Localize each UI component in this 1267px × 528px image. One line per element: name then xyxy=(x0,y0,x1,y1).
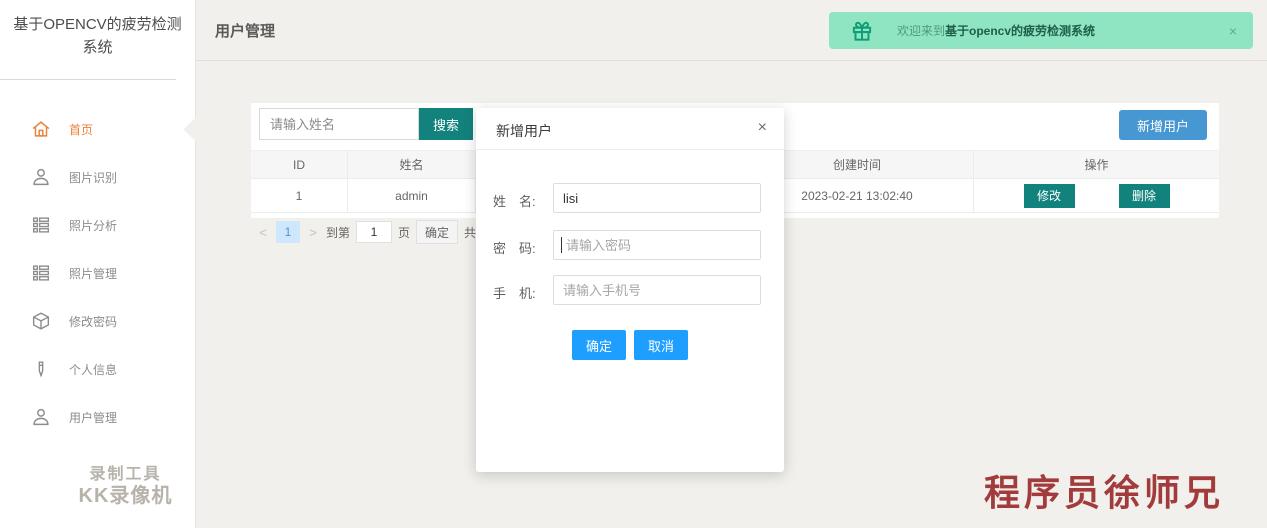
goto-page-input[interactable] xyxy=(356,221,393,243)
current-page-button[interactable]: 1 xyxy=(276,221,300,243)
pen-icon xyxy=(30,358,52,380)
user-icon xyxy=(30,406,52,428)
next-page-icon[interactable]: > xyxy=(306,225,320,240)
modal-buttons: 确定 取消 xyxy=(476,330,784,360)
recorder-watermark-line2: KK录像机 xyxy=(78,485,173,507)
row-operations: 修改 删除 xyxy=(974,179,1219,212)
add-user-button[interactable]: 新增用户 xyxy=(1119,110,1207,140)
table-col-operations: 操作 xyxy=(1084,158,1109,172)
phone-field-row: 手 机: xyxy=(476,275,784,305)
phone-field-wrap xyxy=(553,275,761,305)
sidebar-item-photo-management[interactable]: 照片管理 xyxy=(0,249,195,297)
password-field-row: 密 码: xyxy=(476,230,784,260)
sidebar-item-personal-info[interactable]: 个人信息 xyxy=(0,345,195,393)
banner-close-icon[interactable]: × xyxy=(1229,24,1237,38)
text-caret xyxy=(561,237,562,253)
modal-title: 新增用户 xyxy=(496,123,552,139)
table-col-id: ID xyxy=(251,151,348,178)
goto-page-prefix: 到第 xyxy=(326,225,351,240)
row-id: 1 xyxy=(251,179,348,212)
welcome-text: 欢迎来到基于opencv的疲劳检测系统 xyxy=(897,22,1095,39)
table-col-name: 姓名 xyxy=(348,151,476,178)
page-title: 用户管理 xyxy=(215,23,276,40)
sidebar-item-user-management[interactable]: 用户管理 xyxy=(0,393,195,441)
sidebar-item-label: 用户管理 xyxy=(69,410,118,425)
sidebar-item-photo-analysis[interactable]: 照片分析 xyxy=(0,201,195,249)
sidebar-item-home[interactable]: 首页 xyxy=(0,105,195,153)
sidebar-menu: 首页 图片识别 照片分析 照片管理 修改密码 个人信息 用户管理 xyxy=(0,105,195,441)
gift-icon xyxy=(849,18,875,44)
main-area: 用户管理 欢迎来到基于opencv的疲劳检测系统 × 搜索 新增用户 ID 姓 xyxy=(196,0,1267,528)
modal-cancel-button[interactable]: 取消 xyxy=(634,330,688,360)
welcome-banner: 欢迎来到基于opencv的疲劳检测系统 × xyxy=(829,12,1253,49)
author-watermark: 程序员徐师兄 xyxy=(984,473,1225,513)
password-field-wrap xyxy=(553,230,761,260)
sidebar-item-label: 图片识别 xyxy=(69,170,118,185)
sidebar-item-label: 照片分析 xyxy=(69,218,118,233)
user-icon xyxy=(30,166,52,188)
add-user-modal: 新增用户 × 姓 名: 密 码: 手 机: 确定 取消 xyxy=(476,108,784,472)
sidebar: 基于OPENCV的疲劳检测系统 首页 图片识别 照片分析 照片管理 修改密码 个… xyxy=(0,0,196,528)
modal-confirm-button[interactable]: 确定 xyxy=(572,330,626,360)
sidebar-item-image-recognition[interactable]: 图片识别 xyxy=(0,153,195,201)
name-field-wrap xyxy=(553,183,761,213)
recorder-watermark: 录制工具 KK录像机 xyxy=(48,465,203,508)
sidebar-item-change-password[interactable]: 修改密码 xyxy=(0,297,195,345)
name-field[interactable] xyxy=(553,183,761,213)
delete-button[interactable]: 删除 xyxy=(1118,183,1170,208)
phone-field-label: 手 机: xyxy=(493,286,536,301)
search-input[interactable] xyxy=(259,108,419,140)
list-icon xyxy=(30,214,52,236)
home-icon xyxy=(30,118,52,140)
cube-icon xyxy=(30,310,52,332)
sidebar-item-label: 个人信息 xyxy=(69,362,118,377)
sidebar-item-label: 照片管理 xyxy=(69,266,118,281)
total-count-partial: 共 xyxy=(464,225,477,240)
name-field-row: 姓 名: xyxy=(476,183,784,213)
password-field-label: 密 码: xyxy=(493,241,536,256)
pagination: < 1 > 到第 页 确定 共 xyxy=(256,220,476,244)
modal-header: 新增用户 × xyxy=(476,108,784,150)
name-field-label: 姓 名: xyxy=(493,194,536,209)
goto-page-suffix: 页 xyxy=(398,225,411,240)
row-name: admin xyxy=(348,179,476,212)
recorder-watermark-line1: 录制工具 xyxy=(89,465,162,483)
phone-field[interactable] xyxy=(553,275,761,305)
topbar: 用户管理 欢迎来到基于opencv的疲劳检测系统 × xyxy=(196,0,1267,61)
edit-button[interactable]: 修改 xyxy=(1023,183,1075,208)
search-button[interactable]: 搜索 xyxy=(419,108,473,140)
modal-close-icon[interactable]: × xyxy=(758,120,767,136)
sidebar-divider xyxy=(0,79,176,80)
welcome-text-prefix: 欢迎来到 xyxy=(897,24,946,38)
prev-page-icon[interactable]: < xyxy=(256,225,270,240)
list-icon xyxy=(30,262,52,284)
goto-page-confirm-button[interactable]: 确定 xyxy=(416,220,459,244)
welcome-text-bold: 基于opencv的疲劳检测系统 xyxy=(945,24,1096,38)
sidebar-item-label: 首页 xyxy=(69,122,94,137)
sidebar-item-label: 修改密码 xyxy=(69,314,118,329)
app-title: 基于OPENCV的疲劳检测系统 xyxy=(13,16,182,56)
password-field[interactable] xyxy=(553,230,761,260)
